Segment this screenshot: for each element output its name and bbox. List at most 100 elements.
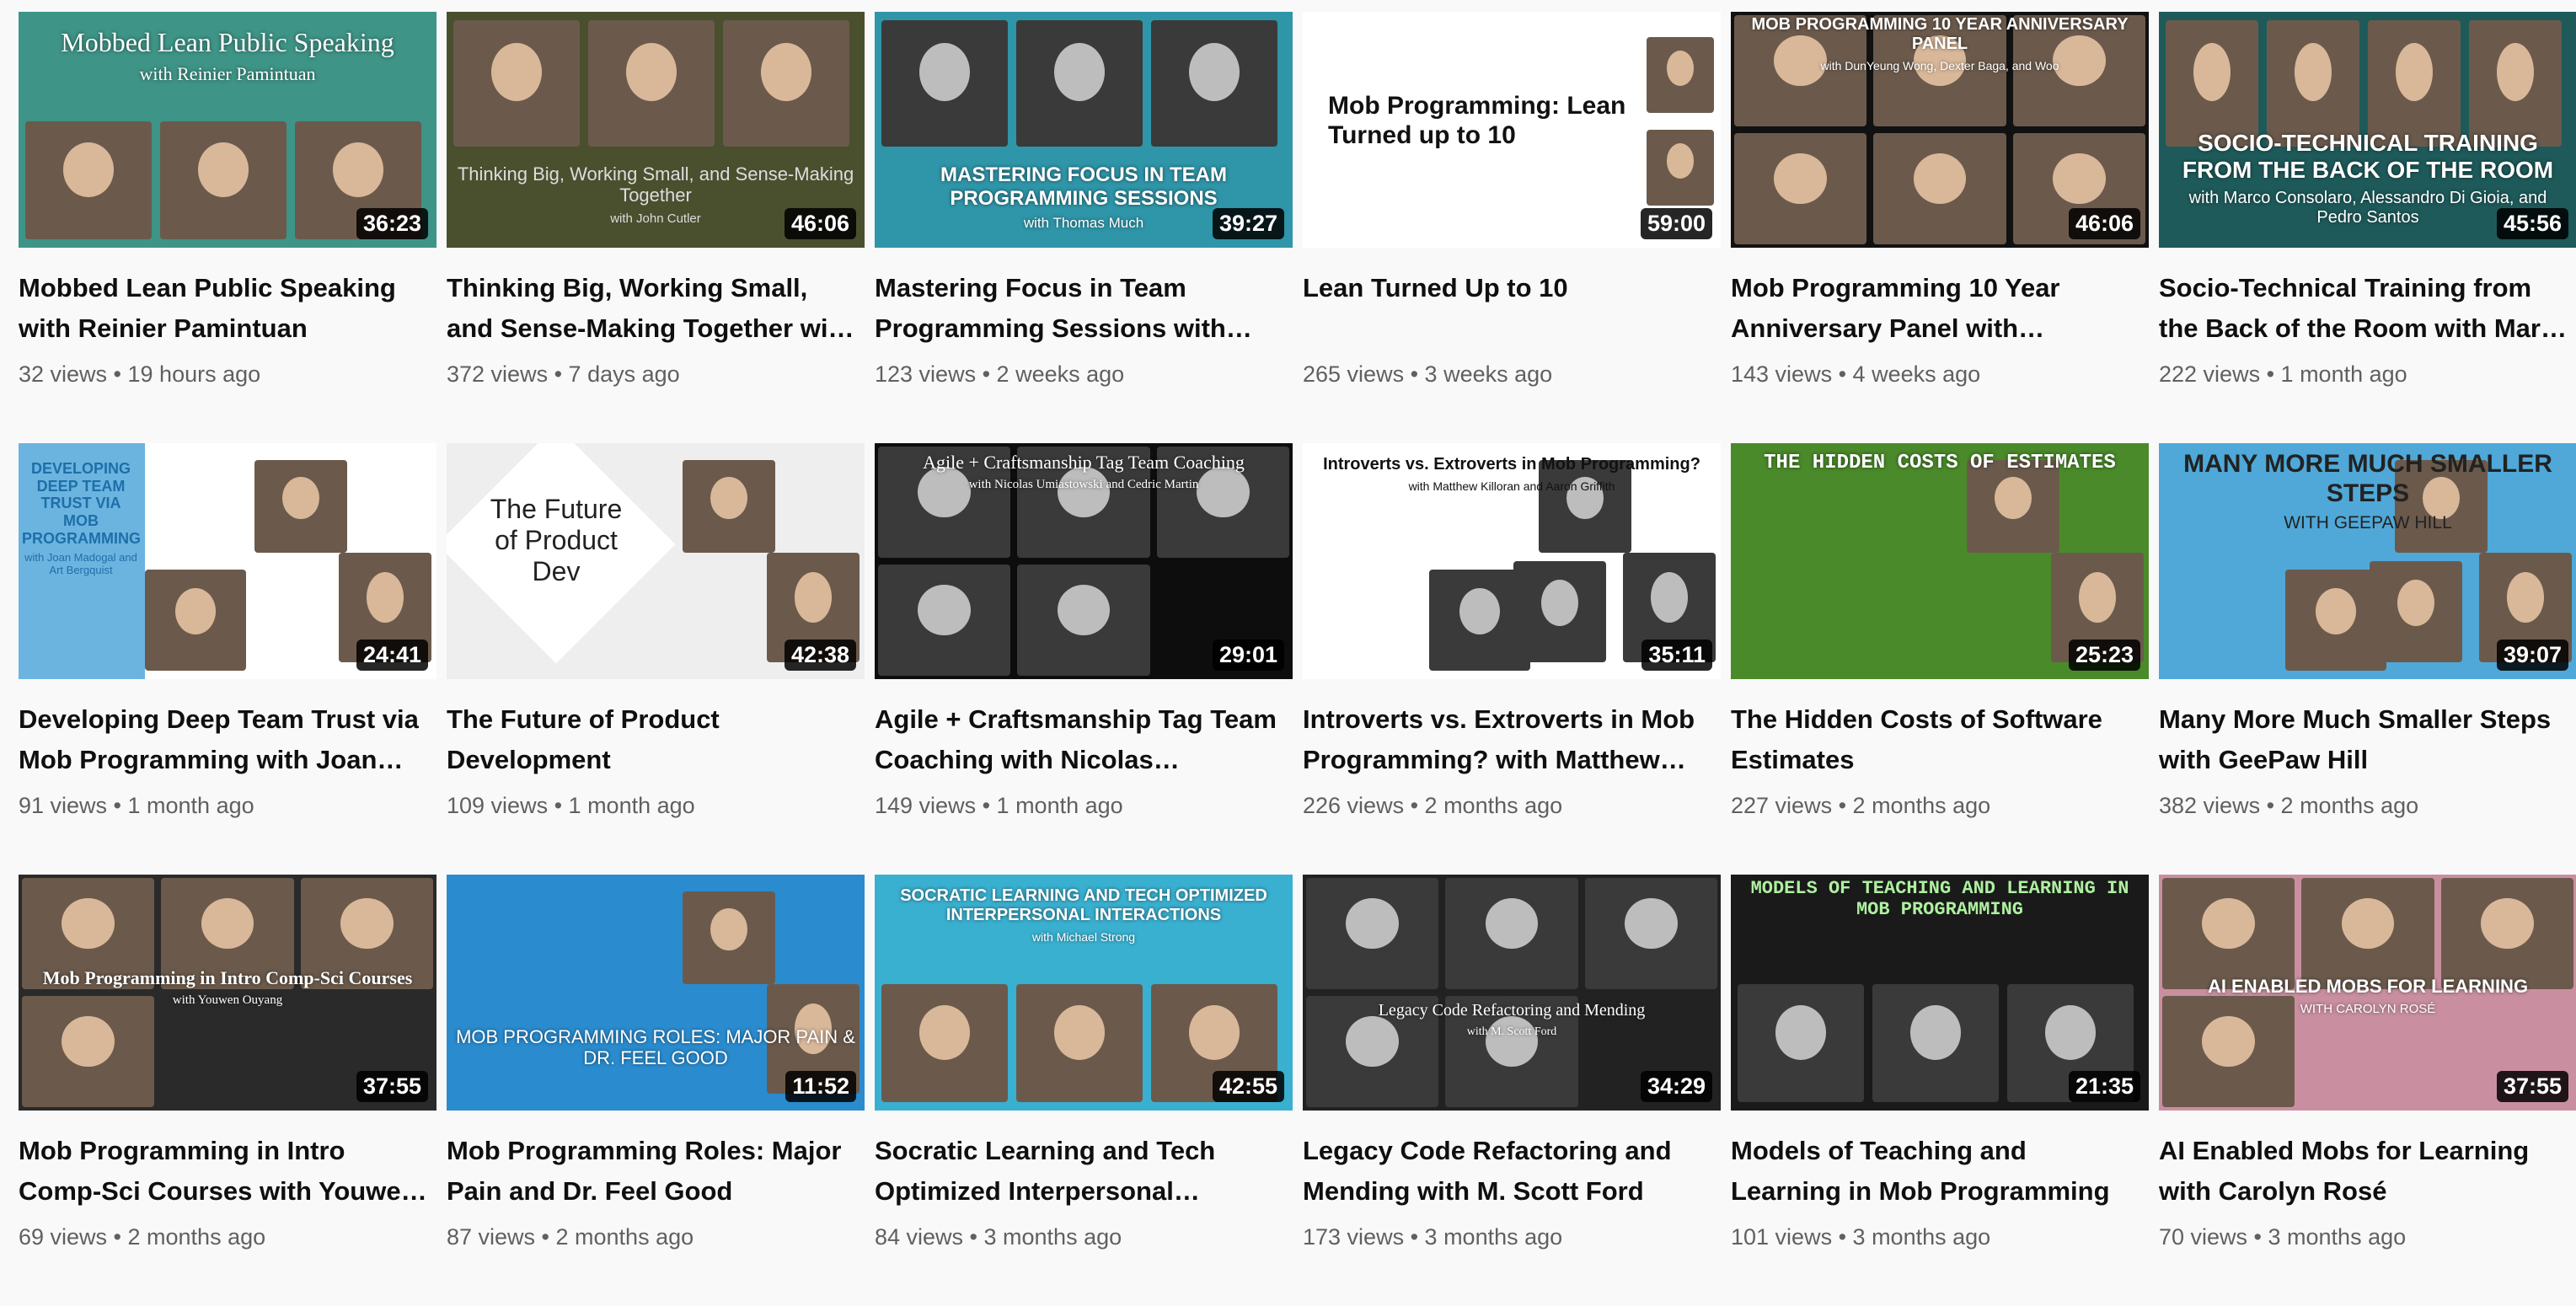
video-title[interactable]: The Hidden Costs of Software Estimates <box>1731 699 2149 780</box>
video-view-count: 101 views <box>1731 1224 1833 1250</box>
video-meta: 123 views • 2 weeks ago <box>875 359 1293 389</box>
meta-separator: • <box>107 361 128 387</box>
video-card[interactable]: Introverts vs. Extroverts in Mob Program… <box>1303 443 1721 875</box>
thumbnail-title-line: Mobbed Lean Public Speaking <box>61 27 394 57</box>
video-card[interactable]: THE HIDDEN COSTS OF ESTIMATES 25:23 The Hi… <box>1731 443 2149 875</box>
participant-face <box>1017 565 1150 676</box>
video-title[interactable]: Thinking Big, Working Small, and Sense-M… <box>447 268 865 349</box>
video-duration-badge: 45:56 <box>2496 208 2568 239</box>
video-card[interactable]: Thinking Big, Working Small, and Sense-M… <box>447 12 865 443</box>
video-duration-badge: 42:55 <box>1212 1071 1284 1102</box>
video-title[interactable]: Many More Much Smaller Steps with GeePaw… <box>2159 699 2576 780</box>
video-thumbnail[interactable]: The Future of Product Dev 42:38 <box>447 443 865 679</box>
video-title[interactable]: Legacy Code Refactoring and Mending with… <box>1303 1131 1721 1212</box>
video-card[interactable]: SOCRATIC LEARNING AND TECH OPTIMIZED INT… <box>875 875 1293 1306</box>
video-card[interactable]: Mobbed Lean Public Speaking with Reinier … <box>19 12 436 443</box>
video-duration-badge: 46:06 <box>2068 208 2140 239</box>
video-thumbnail[interactable]: MOB PROGRAMMING ROLES: MAJOR PAIN & DR. … <box>447 875 865 1111</box>
video-upload-age: 4 weeks ago <box>1852 361 1981 387</box>
video-title[interactable]: Mastering Focus in Team Programming Sess… <box>875 268 1293 349</box>
video-meta: 109 views • 1 month ago <box>447 790 865 821</box>
thumbnail-title: Mob Programming: Lean Turned up to 10 <box>1328 92 1631 150</box>
video-card[interactable]: AI ENABLED MOBS FOR LEARNING WITH CAROLYN… <box>2159 875 2576 1306</box>
video-card[interactable]: MASTERING FOCUS IN TEAM PROGRAMMING SESS… <box>875 12 1293 443</box>
meta-separator: • <box>963 1224 984 1250</box>
thumbnail-title-line: Mob Programming: Lean Turned up to 10 <box>1328 92 1626 149</box>
video-title[interactable]: Mobbed Lean Public Speaking with Reinier… <box>19 268 436 349</box>
video-card[interactable]: MODELS OF TEACHING AND LEARNING IN MOB P… <box>1731 875 2149 1306</box>
video-thumbnail[interactable]: SOCIO-TECHNICAL TRAINING FROM THE BACK O… <box>2159 12 2576 248</box>
video-card[interactable]: Agile + Craftsmanship Tag Team Coaching w… <box>875 443 1293 875</box>
video-upload-age: 7 days ago <box>568 361 680 387</box>
video-card[interactable]: Legacy Code Refactoring and Mending with … <box>1303 875 1721 1306</box>
video-card[interactable]: MOB PROGRAMMING ROLES: MAJOR PAIN & DR. … <box>447 875 865 1306</box>
video-card[interactable]: MANY MORE MUCH SMALLER STEPS WITH GEEPAW … <box>2159 443 2576 875</box>
video-title[interactable]: Agile + Craftsmanship Tag Team Coaching … <box>875 699 1293 780</box>
video-view-count: 32 views <box>19 361 108 387</box>
video-duration-badge: 37:55 <box>2496 1071 2568 1102</box>
thumbnail-title-line: Introverts vs. Extroverts in Mob Program… <box>1323 455 1700 474</box>
video-title[interactable]: The Future of Product Development <box>447 699 865 780</box>
video-title[interactable]: Socio-Technical Training from the Back o… <box>2159 268 2576 349</box>
video-view-count: 173 views <box>1303 1224 1405 1250</box>
video-title[interactable]: AI Enabled Mobs for Learning with Caroly… <box>2159 1131 2576 1212</box>
video-title[interactable]: Introverts vs. Extroverts in Mob Program… <box>1303 699 1721 780</box>
video-title[interactable]: Mob Programming 10 Year Anniversary Pane… <box>1731 268 2149 349</box>
video-card[interactable]: SOCIO-TECHNICAL TRAINING FROM THE BACK O… <box>2159 12 2576 443</box>
video-card[interactable]: DEVELOPING DEEP TEAM TRUST VIA MOB PROGR… <box>19 443 436 875</box>
video-upload-age: 3 weeks ago <box>1424 361 1553 387</box>
video-upload-age: 2 months ago <box>555 1224 694 1250</box>
video-card[interactable]: MOB PROGRAMMING 10 YEAR ANNIVERSARY PANE… <box>1731 12 2149 443</box>
video-thumbnail[interactable]: Mob Programming in Intro Comp-Sci Course… <box>19 875 436 1111</box>
video-upload-age: 3 months ago <box>1852 1224 1991 1250</box>
video-title[interactable]: Mob Programming Roles: Major Pain and Dr… <box>447 1131 865 1212</box>
video-card[interactable]: The Future of Product Dev 42:38 The Future… <box>447 443 865 875</box>
video-meta: 372 views • 7 days ago <box>447 359 865 389</box>
video-title[interactable]: Developing Deep Team Trust via Mob Progr… <box>19 699 436 780</box>
participant-face <box>1513 561 1606 662</box>
video-thumbnail[interactable]: THE HIDDEN COSTS OF ESTIMATES 25:23 <box>1731 443 2149 679</box>
thumbnail-title-line: Legacy Code Refactoring and Mending <box>1378 1001 1646 1020</box>
video-thumbnail[interactable]: Mob Programming: Lean Turned up to 10 59:… <box>1303 12 1721 248</box>
video-title[interactable]: Socratic Learning and Tech Optimized Int… <box>875 1131 1293 1212</box>
video-thumbnail[interactable]: Introverts vs. Extroverts in Mob Program… <box>1303 443 1721 679</box>
participant-face <box>683 891 775 984</box>
participant-face <box>2301 878 2434 989</box>
thumbnail-title: MOB PROGRAMMING 10 YEAR ANNIVERSARY PANE… <box>1739 15 2140 72</box>
video-thumbnail[interactable]: SOCRATIC LEARNING AND TECH OPTIMIZED INT… <box>875 875 1293 1111</box>
video-title[interactable]: Mob Programming in Intro Comp-Sci Course… <box>19 1131 436 1212</box>
video-card[interactable]: Mob Programming in Intro Comp-Sci Course… <box>19 875 436 1306</box>
thumbnail-title: Mobbed Lean Public Speaking with Reinier … <box>27 27 428 84</box>
participant-face <box>160 121 287 239</box>
video-thumbnail[interactable]: MANY MORE MUCH SMALLER STEPS WITH GEEPAW … <box>2159 443 2576 679</box>
video-card[interactable]: Mob Programming: Lean Turned up to 10 59:… <box>1303 12 1721 443</box>
video-duration-badge: 46:06 <box>784 208 856 239</box>
video-meta: 173 views • 3 months ago <box>1303 1222 1721 1252</box>
video-thumbnail[interactable]: Agile + Craftsmanship Tag Team Coaching w… <box>875 443 1293 679</box>
participant-face <box>683 460 775 553</box>
video-thumbnail[interactable]: Legacy Code Refactoring and Mending with … <box>1303 875 1721 1111</box>
video-thumbnail[interactable]: MODELS OF TEACHING AND LEARNING IN MOB P… <box>1731 875 2149 1111</box>
video-upload-age: 1 month ago <box>568 793 695 818</box>
participant-face <box>25 121 152 239</box>
thumbnail-subtitle: with Michael Strong <box>1031 930 1136 944</box>
video-thumbnail[interactable]: Mobbed Lean Public Speaking with Reinier … <box>19 12 436 248</box>
thumbnail-title: DEVELOPING DEEP TEAM TRUST VIA MOB PROGR… <box>22 460 141 577</box>
participant-face <box>1647 37 1714 113</box>
video-thumbnail[interactable]: DEVELOPING DEEP TEAM TRUST VIA MOB PROGR… <box>19 443 436 679</box>
video-view-count: 149 views <box>875 793 977 818</box>
video-duration-badge: 36:23 <box>356 208 428 239</box>
thumbnail-title-line: MOB PROGRAMMING 10 YEAR ANNIVERSARY PANE… <box>1751 15 2129 53</box>
thumbnail-subtitle: with Nicolas Umiastowski and Cedric Mart… <box>968 478 1199 492</box>
meta-separator: • <box>2260 793 2281 818</box>
participant-face <box>1734 133 1867 244</box>
video-thumbnail[interactable]: AI ENABLED MOBS FOR LEARNING WITH CAROLYN… <box>2159 875 2576 1111</box>
thumbnail-title: Introverts vs. Extroverts in Mob Program… <box>1311 455 1712 493</box>
video-title[interactable]: Lean Turned Up to 10 <box>1303 268 1721 349</box>
video-title[interactable]: Models of Teaching and Learning in Mob P… <box>1731 1131 2149 1212</box>
participant-face <box>254 460 347 553</box>
video-thumbnail[interactable]: Thinking Big, Working Small, and Sense-M… <box>447 12 865 248</box>
video-thumbnail[interactable]: MASTERING FOCUS IN TEAM PROGRAMMING SESS… <box>875 12 1293 248</box>
video-thumbnail[interactable]: MOB PROGRAMMING 10 YEAR ANNIVERSARY PANE… <box>1731 12 2149 248</box>
video-view-count: 226 views <box>1303 793 1405 818</box>
